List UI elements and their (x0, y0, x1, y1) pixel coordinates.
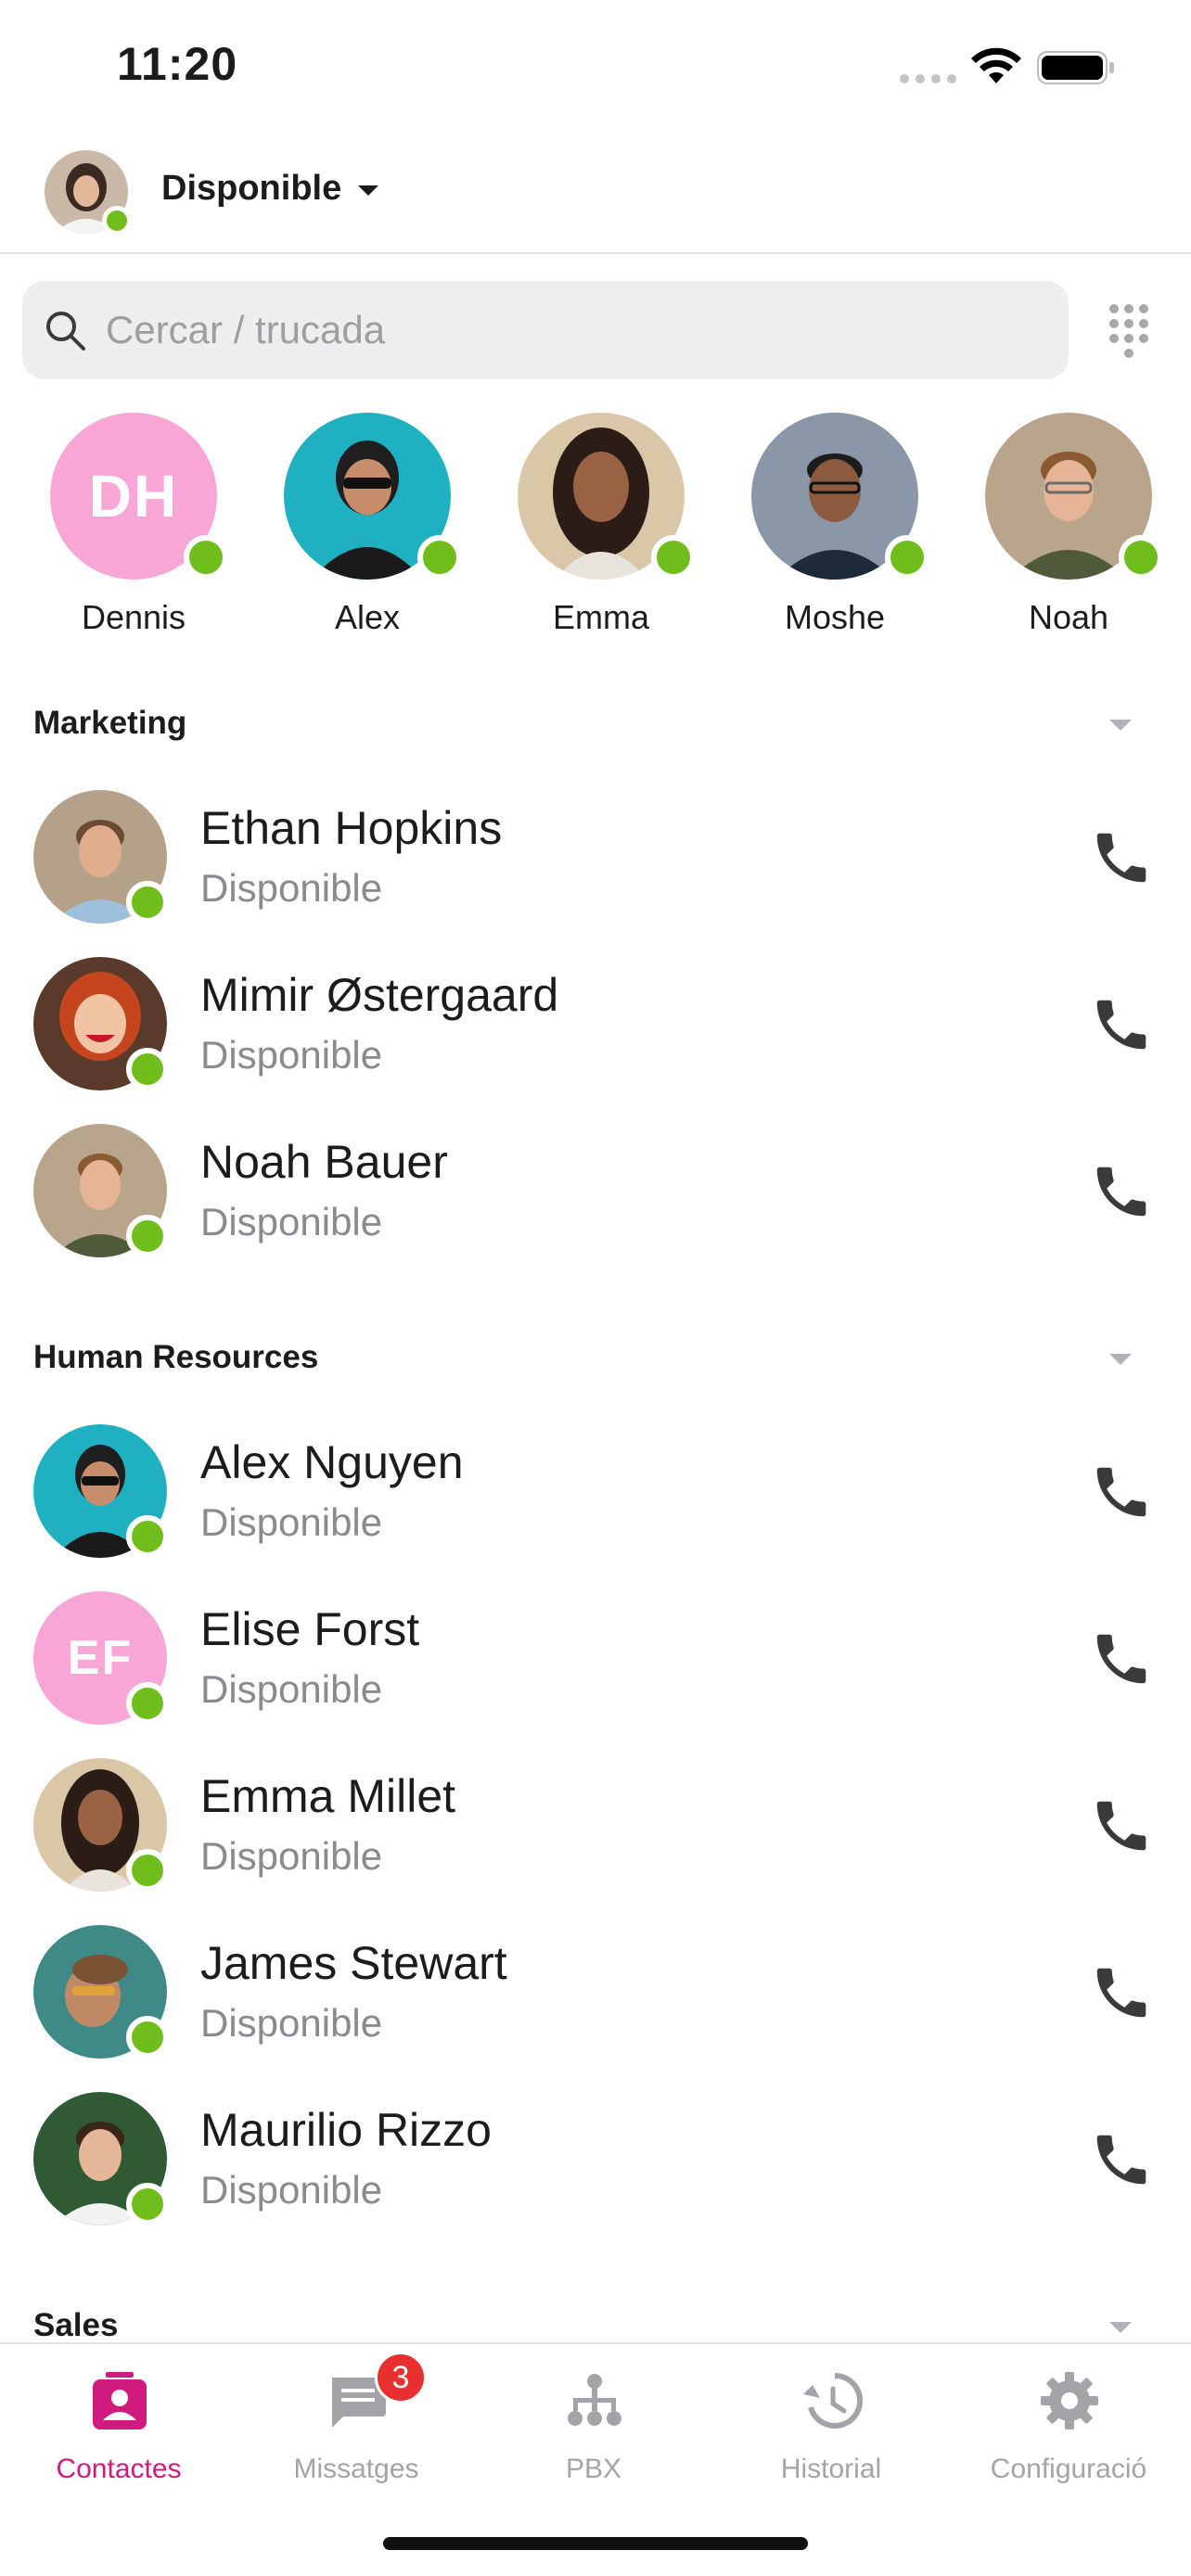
tab-pbx[interactable]: PBX (475, 2344, 712, 2502)
section-title: Human Resources (33, 1339, 319, 1375)
contact-row[interactable]: Emma Millet Disponible (0, 1758, 1191, 1925)
phone-icon[interactable] (1089, 1626, 1154, 1691)
phone-icon[interactable] (1089, 825, 1154, 890)
favorite-name: Noah (1028, 598, 1109, 636)
contact-status: Disponible (200, 1834, 383, 1878)
search-icon (46, 312, 85, 351)
status-bar: 11:20 (0, 0, 1191, 130)
tab-label: Configuració (990, 2454, 1147, 2484)
unread-badge: 3 (375, 2352, 427, 2404)
tab-label: Contactes (56, 2454, 182, 2484)
favorite-emma[interactable]: Emma (484, 413, 696, 644)
favorite-name: Dennis (81, 598, 186, 636)
contact-name: Alex Nguyen (200, 1436, 464, 1488)
collapse-caret-icon (1109, 1354, 1132, 1365)
online-indicator (126, 1048, 169, 1090)
online-indicator (126, 2016, 169, 2059)
section-header-marketing[interactable]: Marketing (0, 686, 1191, 760)
tab-history[interactable]: Historial (712, 2344, 950, 2502)
favorite-alex[interactable]: Alex (250, 413, 462, 644)
status-time: 11:20 (117, 38, 238, 90)
wifi-icon (971, 47, 1021, 83)
search-bar[interactable] (22, 281, 1069, 379)
online-indicator (417, 535, 462, 580)
caret-down-icon (358, 185, 379, 196)
my-presence-indicator (102, 206, 132, 236)
contact-status: Disponible (200, 2001, 383, 2045)
tab-messages[interactable]: 3 Missatges (237, 2344, 475, 2502)
online-indicator (126, 1682, 169, 1725)
battery-icon (1037, 51, 1114, 84)
favorites-strip: DH Dennis Alex Emma Moshe Noah (0, 413, 1191, 644)
tab-contacts[interactable]: Contactes (0, 2344, 237, 2502)
contact-name: Emma Millet (200, 1770, 456, 1822)
contact-status: Disponible (200, 1200, 383, 1243)
contact-row[interactable]: Noah Bauer Disponible (0, 1124, 1191, 1291)
contact-status: Disponible (200, 866, 383, 910)
favorite-noah[interactable]: Noah (952, 413, 1163, 644)
contact-status: Disponible (200, 1500, 383, 1544)
online-indicator (126, 1215, 169, 1257)
presence-label: Disponible (161, 169, 342, 208)
contact-row[interactable]: EF Elise Forst Disponible (0, 1591, 1191, 1758)
tab-label: Historial (780, 2454, 882, 2484)
section-title: Sales (33, 2307, 119, 2343)
dialpad-icon[interactable] (1107, 301, 1151, 359)
tab-label: Missatges (293, 2454, 419, 2484)
contact-name: Maurilio Rizzo (200, 2104, 492, 2156)
contact-row[interactable]: Alex Nguyen Disponible (0, 1424, 1191, 1591)
pbx-icon (568, 2374, 621, 2426)
online-indicator (651, 535, 696, 580)
contact-name: Mimir Østergaard (200, 969, 559, 1021)
contact-name: James Stewart (200, 1937, 507, 1989)
phone-icon[interactable] (1089, 1159, 1154, 1224)
home-indicator (383, 2537, 808, 2550)
contacts-icon (93, 2372, 147, 2429)
contact-row[interactable]: James Stewart Disponible (0, 1925, 1191, 2092)
contact-row[interactable]: Mimir Østergaard Disponible (0, 957, 1191, 1124)
phone-icon[interactable] (1089, 1793, 1154, 1858)
phone-icon[interactable] (1089, 1960, 1154, 2025)
online-indicator (1119, 535, 1163, 580)
online-indicator (126, 2183, 169, 2225)
favorite-name: Alex (334, 598, 401, 636)
cellular-signal-icon (900, 74, 956, 83)
contact-row[interactable]: Maurilio Rizzo Disponible (0, 2092, 1191, 2259)
contact-status: Disponible (200, 1033, 383, 1077)
contact-name: Noah Bauer (200, 1136, 448, 1188)
online-indicator (126, 881, 169, 924)
section-title: Marketing (33, 705, 187, 741)
section-header-human-resources[interactable]: Human Resources (0, 1320, 1191, 1395)
history-icon (803, 2372, 863, 2429)
tab-settings[interactable]: Configuració (950, 2344, 1187, 2502)
phone-icon[interactable] (1089, 992, 1154, 1057)
online-indicator (126, 1849, 169, 1892)
online-indicator (184, 535, 228, 580)
collapse-caret-icon (1109, 720, 1132, 731)
favorite-dennis[interactable]: DH Dennis (17, 413, 228, 644)
presence-selector[interactable]: Disponible (161, 169, 379, 209)
contact-name: Elise Forst (200, 1603, 420, 1655)
favorite-name: Emma (552, 598, 649, 636)
collapse-caret-icon (1109, 2322, 1132, 2333)
online-indicator (885, 535, 929, 580)
contact-name: Ethan Hopkins (200, 802, 503, 854)
contact-row[interactable]: Ethan Hopkins Disponible (0, 790, 1191, 957)
favorite-name: Moshe (784, 598, 886, 636)
online-indicator (126, 1515, 169, 1558)
phone-icon[interactable] (1089, 2127, 1154, 2192)
phone-icon[interactable] (1089, 1460, 1154, 1524)
search-input[interactable] (106, 308, 1033, 352)
contact-status: Disponible (200, 2168, 383, 2212)
presence-header: Disponible (0, 139, 1191, 254)
settings-icon (1041, 2372, 1098, 2429)
favorite-moshe[interactable]: Moshe (718, 413, 929, 644)
contact-status: Disponible (200, 1667, 383, 1711)
tab-label: PBX (565, 2454, 622, 2484)
